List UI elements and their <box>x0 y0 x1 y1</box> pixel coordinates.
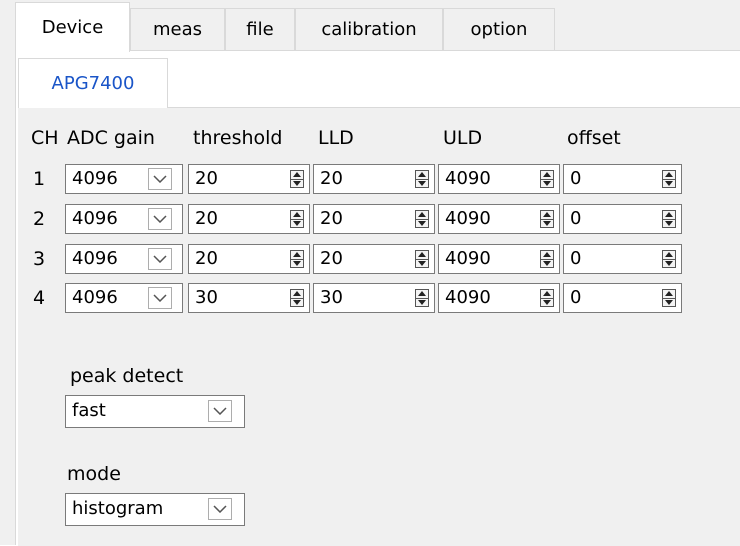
lld-value: 20 <box>320 248 343 269</box>
peak-detect-value: fast <box>72 400 106 421</box>
uld-spinbox[interactable]: 4090 <box>438 283 560 313</box>
threshold-spinbox[interactable]: 30 <box>188 283 310 313</box>
spin-updown-icon[interactable] <box>415 289 429 307</box>
spin-updown-icon[interactable] <box>290 210 304 228</box>
spin-updown-icon[interactable] <box>540 250 554 268</box>
adc-gain-select[interactable]: 4096 <box>65 204 183 234</box>
chevron-down-icon[interactable] <box>148 248 172 270</box>
spin-updown-icon[interactable] <box>290 250 304 268</box>
mode-value: histogram <box>72 498 164 519</box>
spin-updown-icon[interactable] <box>415 250 429 268</box>
col-header-uld: ULD <box>443 127 483 149</box>
lld-spinbox[interactable]: 20 <box>313 164 435 194</box>
lld-value: 20 <box>320 208 343 229</box>
spin-updown-icon[interactable] <box>662 250 676 268</box>
threshold-value: 20 <box>195 168 218 189</box>
col-header-adc-gain: ADC gain <box>67 127 155 149</box>
tab-option[interactable]: option <box>443 8 555 50</box>
col-header-offset: offset <box>567 127 621 149</box>
offset-value: 0 <box>570 168 582 189</box>
spin-updown-icon[interactable] <box>540 210 554 228</box>
adc-gain-value: 4096 <box>72 168 118 189</box>
threshold-value: 20 <box>195 248 218 269</box>
offset-spinbox[interactable]: 0 <box>563 204 682 234</box>
channel-number: 3 <box>33 248 46 270</box>
tab-calibration[interactable]: calibration <box>295 8 443 50</box>
uld-spinbox[interactable]: 4090 <box>438 204 560 234</box>
adc-gain-select[interactable]: 4096 <box>65 244 183 274</box>
lld-spinbox[interactable]: 20 <box>313 204 435 234</box>
chevron-down-icon[interactable] <box>208 498 232 520</box>
spin-updown-icon[interactable] <box>415 170 429 188</box>
channel-number: 2 <box>33 208 46 230</box>
tab-meas[interactable]: meas <box>130 8 225 50</box>
uld-value: 4090 <box>445 287 491 308</box>
threshold-spinbox[interactable]: 20 <box>188 244 310 274</box>
offset-value: 0 <box>570 208 582 229</box>
peak-detect-label: peak detect <box>70 365 184 387</box>
mode-select[interactable]: histogram <box>65 493 245 526</box>
offset-spinbox[interactable]: 0 <box>563 244 682 274</box>
tab-file[interactable]: file <box>225 8 295 50</box>
adc-gain-select[interactable]: 4096 <box>65 164 183 194</box>
mode-label: mode <box>67 463 121 485</box>
spin-updown-icon[interactable] <box>662 210 676 228</box>
channel-number: 4 <box>33 287 46 309</box>
peak-detect-select[interactable]: fast <box>65 395 245 428</box>
spin-updown-icon[interactable] <box>290 289 304 307</box>
uld-value: 4090 <box>445 208 491 229</box>
offset-spinbox[interactable]: 0 <box>563 164 682 194</box>
lld-value: 20 <box>320 168 343 189</box>
lld-spinbox[interactable]: 20 <box>313 244 435 274</box>
tab-device[interactable]: Device <box>15 2 130 52</box>
col-header-threshold: threshold <box>193 127 283 149</box>
lld-value: 30 <box>320 287 343 308</box>
offset-spinbox[interactable]: 0 <box>563 283 682 313</box>
col-header-lld: LLD <box>318 127 354 149</box>
adc-gain-value: 4096 <box>72 248 118 269</box>
uld-value: 4090 <box>445 168 491 189</box>
spin-updown-icon[interactable] <box>662 289 676 307</box>
spin-updown-icon[interactable] <box>540 289 554 307</box>
uld-spinbox[interactable]: 4090 <box>438 244 560 274</box>
spin-updown-icon[interactable] <box>415 210 429 228</box>
spin-updown-icon[interactable] <box>540 170 554 188</box>
main-tab-strip: Device meas file calibration option <box>0 0 740 52</box>
adc-gain-select[interactable]: 4096 <box>65 283 183 313</box>
chevron-down-icon[interactable] <box>208 400 232 422</box>
uld-spinbox[interactable]: 4090 <box>438 164 560 194</box>
window: Device meas file calibration option APG7… <box>0 0 740 546</box>
chevron-down-icon[interactable] <box>148 287 172 309</box>
spin-updown-icon[interactable] <box>662 170 676 188</box>
uld-value: 4090 <box>445 248 491 269</box>
threshold-spinbox[interactable]: 20 <box>188 164 310 194</box>
offset-value: 0 <box>570 287 582 308</box>
threshold-value: 30 <box>195 287 218 308</box>
offset-value: 0 <box>570 248 582 269</box>
chevron-down-icon[interactable] <box>148 168 172 190</box>
adc-gain-value: 4096 <box>72 208 118 229</box>
col-header-ch: CH <box>31 127 59 149</box>
adc-gain-value: 4096 <box>72 287 118 308</box>
spin-updown-icon[interactable] <box>290 170 304 188</box>
threshold-value: 20 <box>195 208 218 229</box>
channel-number: 1 <box>33 168 46 190</box>
lld-spinbox[interactable]: 30 <box>313 283 435 313</box>
chevron-down-icon[interactable] <box>148 208 172 230</box>
tab-apg7400[interactable]: APG7400 <box>18 58 168 108</box>
threshold-spinbox[interactable]: 20 <box>188 204 310 234</box>
